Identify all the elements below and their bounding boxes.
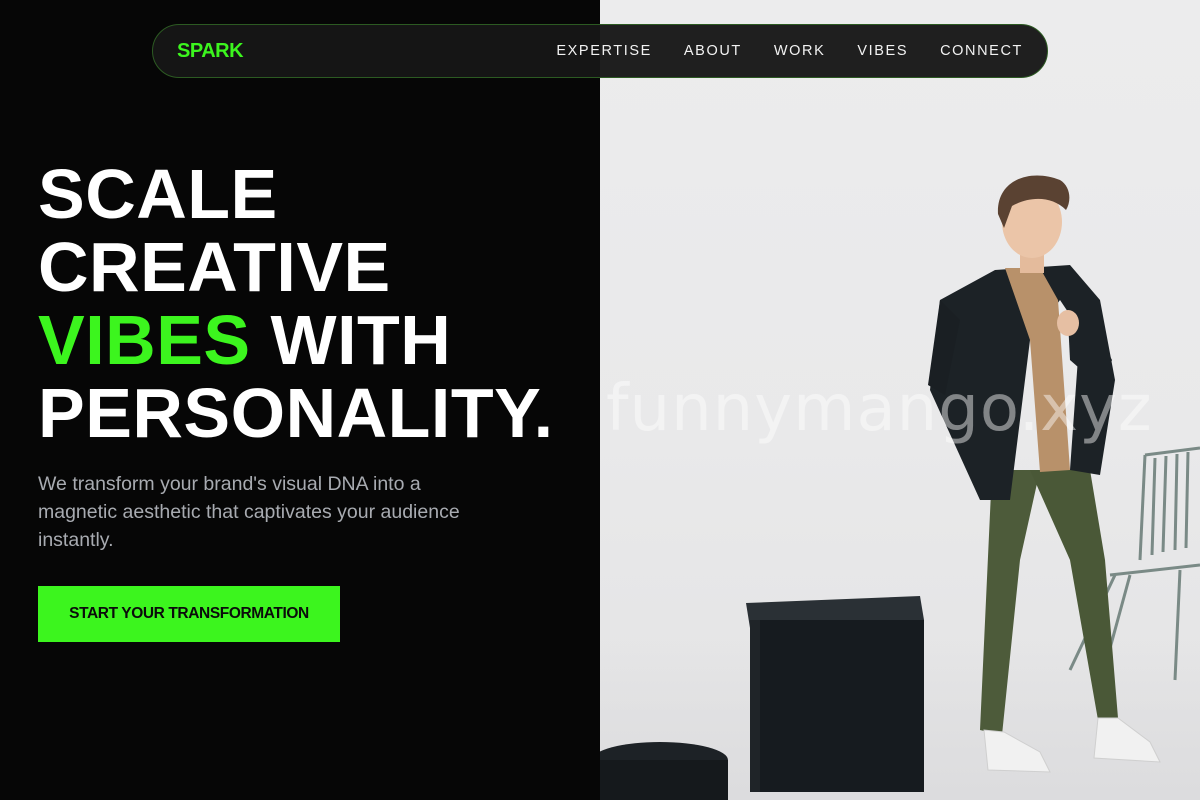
watermark: funnymango.xyz <box>606 372 1153 446</box>
headline-line-3-rest: WITH <box>250 301 452 379</box>
cube-body <box>750 620 924 792</box>
headline-line-2: CREATIVE <box>38 228 391 306</box>
person-figure <box>928 175 1161 773</box>
headline-line-3: VIBES WITH <box>38 304 554 377</box>
stool-body <box>600 760 728 800</box>
nav-links: EXPERTISE ABOUT WORK VIBES CONNECT <box>556 43 1023 59</box>
headline-line-1: SCALE <box>38 155 278 233</box>
nav-link-vibes[interactable]: VIBES <box>857 43 908 59</box>
nav-link-connect[interactable]: CONNECT <box>940 43 1023 59</box>
nav-link-work[interactable]: WORK <box>774 43 826 59</box>
top-nav: SPARK EXPERTISE ABOUT WORK VIBES CONNECT <box>152 24 1048 78</box>
hero-photo: funnymango.xyz <box>600 0 1200 800</box>
start-transformation-button[interactable]: START YOUR TRANSFORMATION <box>38 586 340 642</box>
nav-link-about[interactable]: ABOUT <box>684 43 742 59</box>
hero-subtext: We transform your brand's visual DNA int… <box>38 473 460 551</box>
hero-headline: SCALE CREATIVE VIBES WITH PERSONALITY. <box>38 158 554 450</box>
nav-link-expertise[interactable]: EXPERTISE <box>556 43 652 59</box>
headline-accent-word: VIBES <box>38 301 251 379</box>
cube-shade <box>750 620 760 792</box>
logo[interactable]: SPARK <box>177 40 244 63</box>
headline-line-4: PERSONALITY. <box>38 374 554 452</box>
